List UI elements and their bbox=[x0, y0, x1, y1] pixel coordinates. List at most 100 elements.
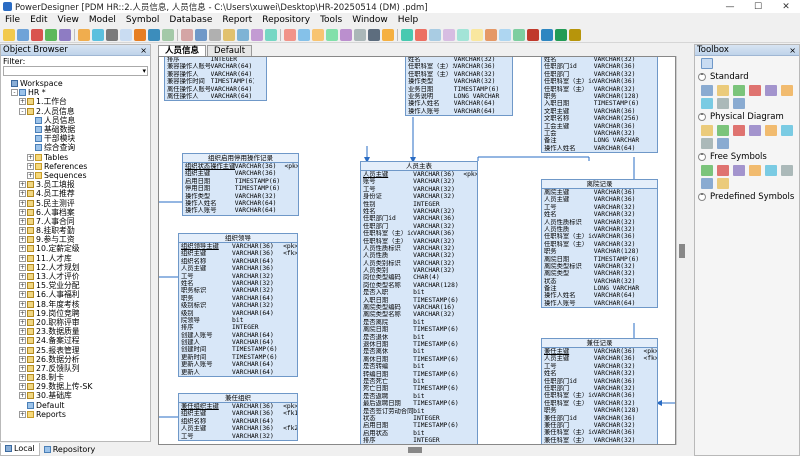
menu-item-file[interactable]: File bbox=[0, 13, 25, 27]
tree-node[interactable]: - HR * bbox=[1, 88, 150, 97]
zoom-out-icon[interactable] bbox=[209, 28, 221, 41]
menu-item-help[interactable]: Help bbox=[393, 13, 424, 27]
menu-item-edit[interactable]: Edit bbox=[25, 13, 52, 27]
text-icon[interactable] bbox=[701, 178, 713, 189]
tree-node[interactable]: 干部模块 bbox=[1, 134, 150, 143]
tree-node[interactable]: + Reports bbox=[1, 410, 150, 419]
expand-icon[interactable]: + bbox=[27, 171, 34, 179]
expand-icon[interactable]: + bbox=[19, 282, 26, 290]
toolbox-section-1[interactable]: ⌃ Physical Diagram bbox=[695, 111, 799, 123]
check-model-icon[interactable] bbox=[513, 28, 525, 41]
view-icon[interactable] bbox=[717, 125, 729, 136]
entity-table[interactable]: 姓名VARCHAR(32)任职科室（主）idVARCHAR(36)任职科室（主）… bbox=[405, 57, 513, 117]
expand-icon[interactable]: + bbox=[19, 392, 26, 400]
horizontal-scrollbar[interactable] bbox=[158, 445, 676, 456]
rectangle-icon[interactable] bbox=[415, 28, 427, 41]
zoom-fit-icon[interactable] bbox=[781, 85, 793, 96]
tree-node[interactable]: +1.工作台 bbox=[1, 97, 150, 106]
reference-icon[interactable] bbox=[340, 28, 352, 41]
package-icon[interactable] bbox=[354, 28, 366, 41]
reverse-icon[interactable] bbox=[541, 28, 553, 41]
zoom-reset-icon[interactable] bbox=[765, 85, 777, 96]
vertical-scrollbar[interactable] bbox=[676, 56, 687, 445]
expand-icon[interactable]: + bbox=[19, 346, 26, 354]
note-icon[interactable] bbox=[284, 28, 296, 41]
expand-icon[interactable]: + bbox=[19, 245, 26, 253]
new-icon[interactable] bbox=[3, 28, 15, 41]
toolbox-section-0[interactable]: ⌃ Standard bbox=[695, 71, 799, 83]
expand-icon[interactable]: + bbox=[19, 300, 26, 308]
arc-icon[interactable] bbox=[401, 28, 413, 41]
delete-icon[interactable] bbox=[733, 98, 745, 109]
redo-icon[interactable] bbox=[148, 28, 160, 41]
expand-icon[interactable]: + bbox=[19, 364, 26, 372]
reference-icon[interactable] bbox=[733, 125, 745, 136]
menu-item-repository[interactable]: Repository bbox=[257, 13, 315, 27]
tree-node[interactable]: +4.员工推荐 bbox=[1, 189, 150, 198]
entity-table[interactable]: 兼任记录兼任主键 VARCHAR(36) <pk> 人员主键 VARCHAR(36) <f… bbox=[541, 338, 658, 444]
polyline-icon[interactable] bbox=[443, 28, 455, 41]
delete-icon[interactable] bbox=[120, 28, 132, 41]
toolbox-section-3[interactable]: ⌃ Predefined Symbols bbox=[695, 191, 799, 203]
polyline-icon[interactable] bbox=[781, 165, 793, 176]
entity-table[interactable]: 离院记录 离院主键 VARCHAR(36) 人员主键 VARCHAR(36) 工号 VARC… bbox=[541, 179, 658, 309]
tree-node[interactable]: Default bbox=[1, 401, 150, 410]
tree-node[interactable]: + References bbox=[1, 162, 150, 171]
close-icon[interactable]: × bbox=[140, 46, 147, 55]
expand-icon[interactable]: + bbox=[19, 254, 26, 262]
chevron-icon[interactable]: ⌃ bbox=[698, 113, 706, 121]
zoom-in-icon[interactable] bbox=[195, 28, 207, 41]
expand-icon[interactable]: + bbox=[27, 153, 34, 161]
close-button[interactable]: ✕ bbox=[772, 0, 800, 13]
tree-node[interactable]: 人员信息 bbox=[1, 116, 150, 125]
tree-node[interactable]: +10.定薪定级 bbox=[1, 244, 150, 253]
expand-icon[interactable]: + bbox=[27, 162, 34, 170]
chevron-icon[interactable]: ⌃ bbox=[698, 153, 706, 161]
tab-repository[interactable]: Repository bbox=[40, 443, 100, 456]
line-icon[interactable] bbox=[382, 28, 394, 41]
tree-node[interactable]: +7.人事合同 bbox=[1, 217, 150, 226]
chevron-down-icon[interactable]: ▾ bbox=[142, 67, 146, 75]
expand-icon[interactable]: + bbox=[19, 355, 26, 363]
ellipse-icon[interactable] bbox=[429, 28, 441, 41]
generate-icon[interactable] bbox=[527, 28, 539, 41]
format-icon[interactable] bbox=[485, 28, 497, 41]
collapse-icon[interactable]: - bbox=[11, 89, 18, 97]
align-top-icon[interactable] bbox=[471, 28, 483, 41]
expand-icon[interactable]: + bbox=[19, 236, 26, 244]
tree-node[interactable]: +8.挂职考勤 bbox=[1, 226, 150, 235]
procedure-icon[interactable] bbox=[326, 28, 338, 41]
diagram-canvas[interactable]: 排序 INTEGER 兼容操作人账号 VARCHAR(64) 兼容操作人 VARCHAR(… bbox=[158, 56, 676, 445]
entity-table[interactable]: 兼任组织 兼任组织主键 VARCHAR(36) <pk> 组织主键 VARCHAR(36)… bbox=[178, 393, 298, 441]
expand-icon[interactable]: + bbox=[19, 190, 26, 198]
scroll-thumb[interactable] bbox=[408, 447, 422, 453]
link-icon[interactable] bbox=[717, 138, 729, 149]
scroll-thumb[interactable] bbox=[679, 244, 685, 258]
expand-icon[interactable]: + bbox=[19, 318, 26, 326]
zoom-in-icon[interactable] bbox=[733, 85, 745, 96]
cut-icon[interactable] bbox=[78, 28, 90, 41]
expand-icon[interactable]: + bbox=[19, 383, 26, 391]
expand-icon[interactable]: + bbox=[19, 227, 26, 235]
undo-icon[interactable] bbox=[134, 28, 146, 41]
tree-node[interactable]: Workspace bbox=[1, 79, 150, 88]
entity-table[interactable]: 组织领导 组织领导主键 VARCHAR(36) <pk> 组织主键 VARCHAR(36)… bbox=[178, 233, 298, 378]
filter-input[interactable]: ▾ bbox=[3, 66, 148, 76]
tree-node[interactable]: + Sequences bbox=[1, 171, 150, 180]
tab-local[interactable]: Local bbox=[0, 442, 40, 456]
arc-icon[interactable] bbox=[765, 165, 777, 176]
tree-node[interactable]: +27.反馈队列 bbox=[1, 364, 150, 373]
procedure-icon[interactable] bbox=[749, 125, 761, 136]
view-icon[interactable] bbox=[312, 28, 324, 41]
tree-node[interactable]: +30.基础库 bbox=[1, 391, 150, 400]
expand-icon[interactable]: + bbox=[19, 374, 26, 382]
grid-view-icon[interactable] bbox=[701, 58, 713, 69]
entity-table[interactable]: 姓名 VARCHAR(32) 任职部门id VARCHAR(36) 任职部门 VARCHA… bbox=[541, 57, 658, 154]
properties-icon[interactable] bbox=[181, 28, 193, 41]
tree-node[interactable]: 基础数据 bbox=[1, 125, 150, 134]
rectangle-icon[interactable] bbox=[701, 165, 713, 176]
tree-node[interactable]: +3.员工填报 bbox=[1, 180, 150, 189]
tree-node[interactable]: +5.民主测评 bbox=[1, 198, 150, 208]
open-icon[interactable] bbox=[17, 28, 29, 41]
tree-node[interactable]: +6.人事档案 bbox=[1, 208, 150, 217]
